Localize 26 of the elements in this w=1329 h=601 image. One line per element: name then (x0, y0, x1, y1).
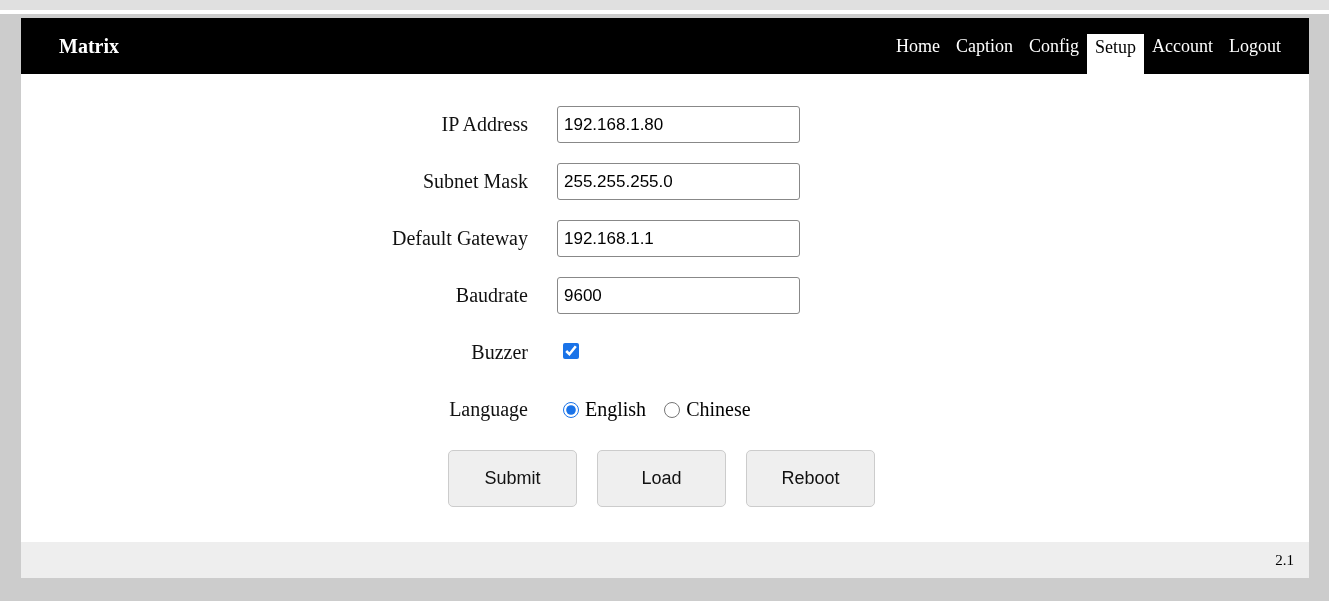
version-text: 2.1 (1275, 551, 1294, 569)
field-label: Buzzer (470, 341, 528, 364)
radio-label: English (585, 398, 647, 421)
nav-tab[interactable]: Config (1021, 18, 1087, 74)
text-field[interactable]: 192.168.1.80 (557, 106, 800, 143)
action-button[interactable]: Load (597, 450, 726, 507)
field-label: Subnet Mask (422, 170, 528, 193)
field-label: Baudrate (454, 284, 528, 307)
checkbox[interactable] (563, 342, 579, 359)
nav-tab[interactable]: Setup (1087, 34, 1144, 74)
radio-label: Chinese (686, 398, 751, 421)
action-button[interactable]: Reboot (746, 450, 875, 507)
nav-tab[interactable]: Caption (948, 18, 1021, 74)
text-field[interactable]: 192.168.1.1 (557, 220, 800, 257)
text-field[interactable]: 9600 (557, 277, 800, 314)
field-label: IP Address (440, 113, 528, 136)
radio-button[interactable] (563, 401, 579, 418)
brand-title: Matrix (59, 34, 119, 58)
text-field[interactable]: 255.255.255.0 (557, 163, 800, 200)
nav-tab[interactable]: Logout (1221, 18, 1289, 74)
field-label: Default Gateway (390, 227, 528, 250)
nav-tab[interactable]: Account (1144, 18, 1221, 74)
field-label: Language (448, 398, 528, 421)
radio-button[interactable] (664, 401, 681, 418)
action-button[interactable]: Submit (448, 450, 577, 507)
nav-tab[interactable]: Home (888, 18, 948, 74)
